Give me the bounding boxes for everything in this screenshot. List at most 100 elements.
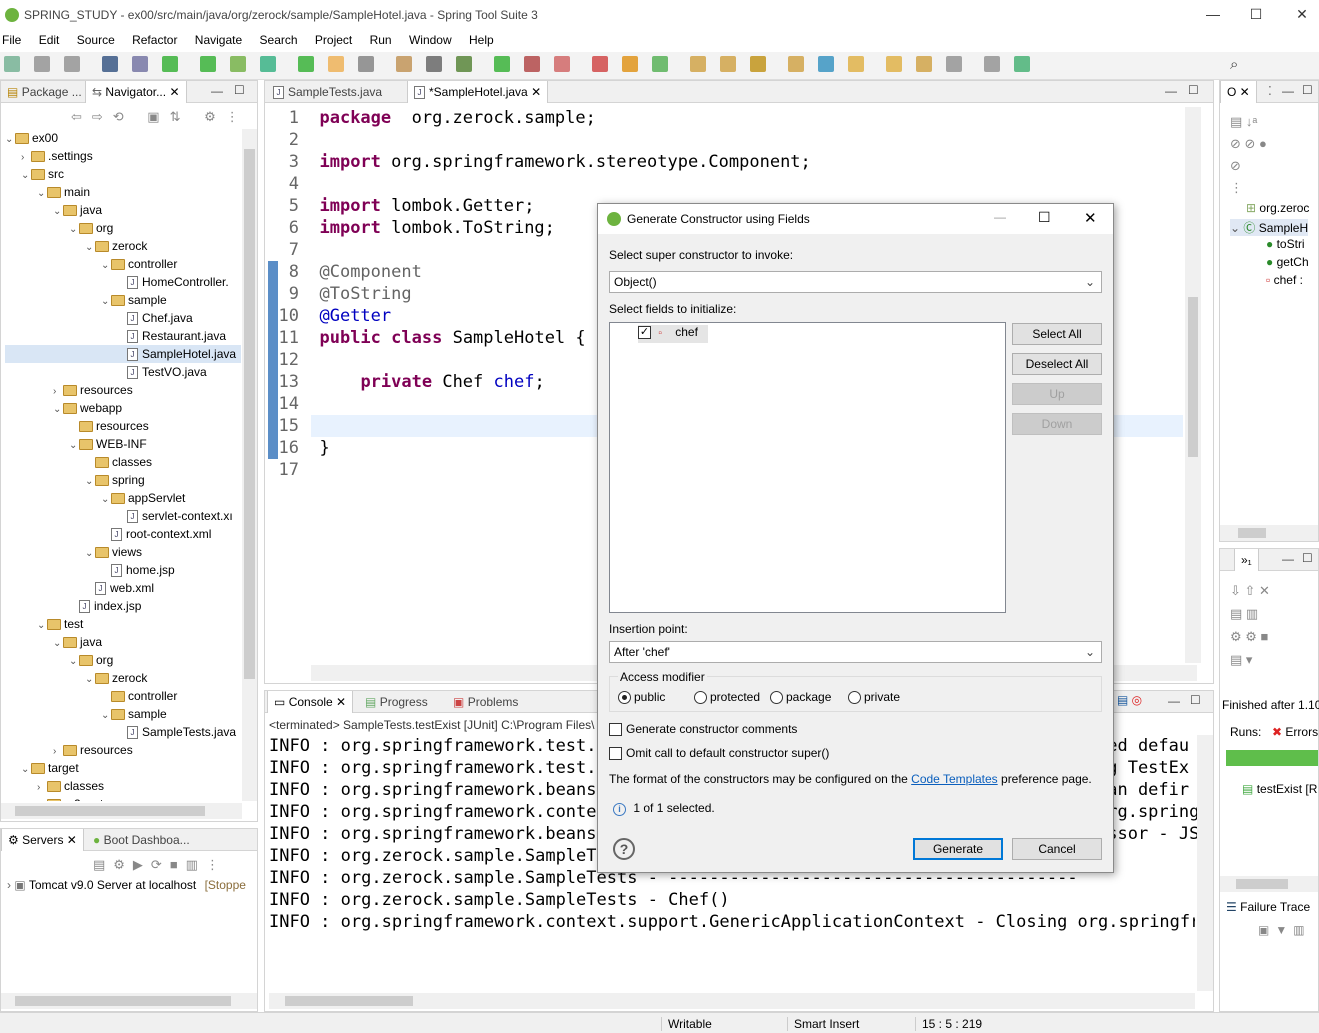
tree-item[interactable]: ⌄ src <box>5 165 241 183</box>
tree-item[interactable]: ⌄ java <box>5 201 241 219</box>
tree-item[interactable]: ⌄ org <box>5 651 241 669</box>
refresh-icon[interactable] <box>298 56 314 72</box>
tree-item[interactable]: ⌄ zerock <box>5 669 241 687</box>
minimize-button[interactable]: — <box>1198 6 1228 22</box>
tree-item[interactable]: › m2e-wtp <box>5 795 241 801</box>
tab-junit[interactable]: »₁ <box>1234 549 1259 571</box>
dialog-close-button[interactable]: ✕ <box>1084 209 1097 227</box>
menu-refactor[interactable]: Refactor <box>132 30 177 47</box>
chevron-down-icon[interactable]: ⌄ <box>69 437 79 455</box>
spring-icon[interactable] <box>230 56 246 72</box>
build-icon[interactable] <box>162 56 178 72</box>
code-line[interactable]: 3 import org.springframework.stereotype.… <box>275 151 1175 173</box>
tab-boot-dashboard[interactable]: ● Boot Dashboa... <box>87 829 196 851</box>
deselect-all-button[interactable]: Deselect All <box>1012 353 1102 375</box>
code-templates-link[interactable]: Code Templates <box>911 772 998 786</box>
radio-protected[interactable]: protected <box>694 690 760 705</box>
nav-up-icon[interactable] <box>916 56 932 72</box>
close-tab-icon[interactable]: ✕ <box>531 85 541 99</box>
omit-super-checkbox[interactable]: Omit call to default constructor super() <box>609 746 829 761</box>
ext-icon[interactable] <box>592 56 608 72</box>
code-line[interactable]: 1 package org.zerock.sample; <box>275 107 1175 129</box>
chevron-right-icon[interactable]: › <box>37 797 47 801</box>
persp-icon[interactable] <box>1014 56 1030 72</box>
console-hscrollbar[interactable] <box>269 993 1195 1009</box>
tab-package-explorer[interactable]: ▤ Package ... <box>1 81 88 103</box>
tree-item[interactable]: ⌄ spring <box>5 471 241 489</box>
tree-item[interactable]: Jhome.jsp <box>5 561 241 579</box>
fields-list[interactable]: ✓ ▫ chef <box>609 322 1006 613</box>
tab-navigator[interactable]: ⇆ Navigator... ✕ <box>85 81 187 103</box>
print-icon[interactable] <box>102 56 118 72</box>
bug-icon[interactable] <box>456 56 472 72</box>
super-constructor-select[interactable]: Object() ⌄ <box>609 271 1102 293</box>
chevron-down-icon[interactable]: ⌄ <box>53 401 63 419</box>
debug-icon[interactable] <box>200 56 216 72</box>
chevron-down-icon[interactable]: ⌄ <box>101 491 111 509</box>
chevron-down-icon[interactable]: ⌄ <box>69 221 79 239</box>
save-icon[interactable] <box>34 56 50 72</box>
tree-item[interactable]: ⌄ java <box>5 633 241 651</box>
chevron-down-icon[interactable]: ⌄ <box>69 653 79 671</box>
menu-project[interactable]: Project <box>315 30 352 47</box>
outline-item-getchef[interactable]: ● getCh <box>1266 255 1309 269</box>
chevron-down-icon[interactable]: ⌄ <box>53 635 63 653</box>
chevron-down-icon[interactable]: ⌄ <box>21 761 31 779</box>
tree-item[interactable]: ⌄ sample <box>5 291 241 309</box>
minimize-junit-icon[interactable]: — <box>1282 552 1294 566</box>
tab-servers[interactable]: ⚙ Servers ✕ <box>1 829 84 851</box>
wand-icon[interactable] <box>788 56 804 72</box>
search-icon[interactable]: ⌕ <box>1230 56 1238 73</box>
tree-item[interactable]: classes <box>5 453 241 471</box>
chevron-down-icon[interactable]: ⌄ <box>85 545 95 563</box>
para-icon[interactable] <box>426 56 442 72</box>
tree-item[interactable]: J SampleHotel.java <box>5 345 241 363</box>
mod-icon[interactable] <box>622 56 638 72</box>
server-row[interactable]: › ▣ Tomcat v9.0 Server at localhost [Sto… <box>7 878 246 892</box>
menu-source[interactable]: Source <box>77 30 115 47</box>
junit-hscrollbar[interactable] <box>1220 876 1318 892</box>
maximize-view-icon[interactable]: ☐ <box>234 83 245 97</box>
chevron-down-icon[interactable]: ⌄ <box>101 257 111 275</box>
code-line[interactable]: 2 <box>275 129 1175 151</box>
back-icon[interactable] <box>946 56 962 72</box>
tab-sampletests[interactable]: J SampleTests.java <box>267 81 388 103</box>
open-icon[interactable] <box>720 56 736 72</box>
tree-item[interactable]: ⌄ WEB-INF <box>5 435 241 453</box>
dialog-maximize-button[interactable]: ☐ <box>1038 209 1051 226</box>
dialog-minimize-button[interactable]: — <box>994 210 1006 224</box>
up-button[interactable]: Up <box>1012 383 1102 405</box>
nav-down-icon[interactable] <box>886 56 902 72</box>
pen-icon[interactable] <box>328 56 344 72</box>
maximize-junit-icon[interactable]: ☐ <box>1302 551 1313 565</box>
radio-package[interactable]: package <box>770 690 831 705</box>
down-icon[interactable] <box>358 56 374 72</box>
maximize-button[interactable]: ☐ <box>1241 6 1271 23</box>
fwd-icon[interactable] <box>984 56 1000 72</box>
insertion-point-select[interactable]: After 'chef' ⌄ <box>609 641 1102 663</box>
menu-file[interactable]: File <box>2 30 21 47</box>
new-icon[interactable] <box>4 56 20 72</box>
tree-item[interactable]: ⌄ org <box>5 219 241 237</box>
outline-item-chef[interactable]: ▫ chef : <box>1266 273 1303 287</box>
tree-item[interactable]: ⌄ test <box>5 615 241 633</box>
outline-item-tostring[interactable]: ● toStri <box>1266 237 1305 251</box>
tree-item[interactable]: controller <box>5 687 241 705</box>
tree-item[interactable]: › resources <box>5 741 241 759</box>
outline-item-class[interactable]: ⌄ Ⓒ SampleH <box>1230 219 1309 236</box>
tab-problems[interactable]: ▣ Problems <box>447 691 524 713</box>
coverage-icon[interactable] <box>524 56 540 72</box>
chevron-down-icon[interactable]: ⌄ <box>85 239 95 257</box>
tree-item[interactable]: resources <box>5 417 241 435</box>
tree-item[interactable]: › classes <box>5 777 241 795</box>
tree-item[interactable]: J SampleTests.java <box>5 723 241 741</box>
chevron-down-icon[interactable]: ⌄ <box>101 707 111 725</box>
tree-hscrollbar[interactable] <box>1 803 242 819</box>
code-line[interactable]: 4 <box>275 173 1175 195</box>
minimize-view-icon[interactable]: — <box>211 84 223 98</box>
field-row-chef[interactable]: ✓ ▫ chef <box>638 325 708 343</box>
tab-samplehotel[interactable]: J *SampleHotel.java ✕ <box>407 81 549 103</box>
select-all-button[interactable]: Select All <box>1012 323 1102 345</box>
minimize-outline-icon[interactable]: — <box>1282 84 1294 98</box>
outline-hscrollbar[interactable] <box>1220 525 1318 541</box>
